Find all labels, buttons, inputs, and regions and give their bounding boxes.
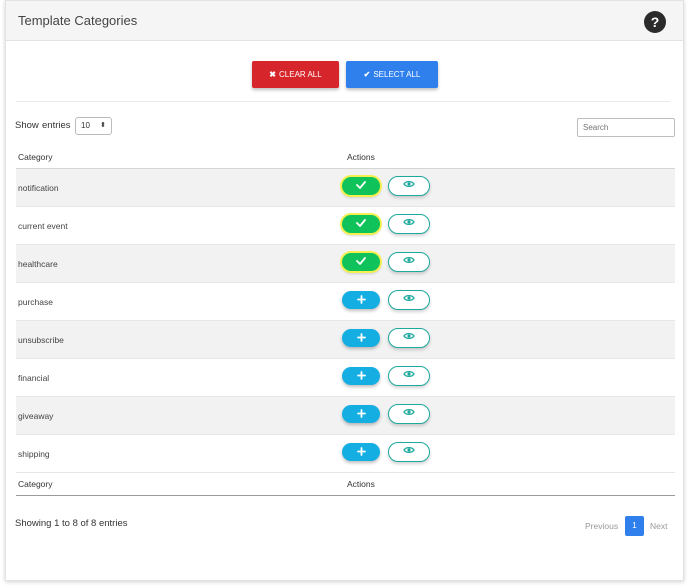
close-icon: ✖ [269, 70, 276, 79]
table-row: healthcare [16, 245, 675, 283]
table-row: purchase [16, 283, 675, 321]
double-check-icon: ✔ [363, 70, 371, 79]
table-footer-border [16, 495, 675, 496]
footer-column-category: Category [18, 479, 53, 489]
selected-toggle-button[interactable] [342, 253, 380, 271]
entries-per-page-select[interactable]: 10 ⬍ [75, 117, 112, 135]
table-row: giveaway [16, 397, 675, 435]
previous-page-button[interactable]: Previous [585, 521, 618, 531]
plus-icon [356, 332, 366, 344]
column-header-category[interactable]: Category [18, 152, 53, 162]
eye-icon [403, 442, 415, 459]
column-header-actions[interactable]: Actions [347, 152, 375, 162]
category-name: healthcare [18, 259, 58, 269]
check-icon [356, 180, 366, 192]
eye-icon [403, 366, 415, 383]
check-icon [356, 218, 366, 230]
view-category-button[interactable] [388, 366, 430, 386]
view-category-button[interactable] [388, 404, 430, 424]
eye-icon [403, 404, 415, 421]
add-category-button[interactable] [342, 367, 380, 385]
show-label: Show [15, 120, 39, 131]
clear-all-button[interactable]: ✖ CLEAR ALL [252, 61, 339, 88]
add-category-button[interactable] [342, 291, 380, 309]
table-row: financial [16, 359, 675, 397]
next-page-button[interactable]: Next [650, 521, 667, 531]
help-button[interactable]: ? [644, 11, 666, 33]
view-category-button[interactable] [388, 252, 430, 272]
eye-icon [403, 328, 415, 345]
card-header: Template Categories ? [6, 1, 683, 41]
eye-icon [403, 290, 415, 307]
select-all-label: SELECT ALL [373, 70, 421, 79]
plus-icon [356, 294, 366, 306]
table-row: current event [16, 207, 675, 245]
add-category-button[interactable] [342, 329, 380, 347]
check-icon [356, 256, 366, 268]
category-name: current event [18, 221, 68, 231]
eye-icon [403, 252, 415, 269]
view-category-button[interactable] [388, 176, 430, 196]
category-name: shipping [18, 449, 50, 459]
plus-icon [356, 370, 366, 382]
view-category-button[interactable] [388, 442, 430, 462]
category-name: purchase [18, 297, 53, 307]
view-category-button[interactable] [388, 214, 430, 234]
entries-per-page-value: 10 [81, 121, 90, 130]
entries-info: Showing 1 to 8 of 8 entries [15, 518, 128, 529]
selected-toggle-button[interactable] [342, 177, 380, 195]
selected-toggle-button[interactable] [342, 215, 380, 233]
category-name: notification [18, 183, 59, 193]
clear-all-label: CLEAR ALL [279, 70, 322, 79]
view-category-button[interactable] [388, 328, 430, 348]
select-all-button[interactable]: ✔ SELECT ALL [346, 61, 438, 88]
plus-icon [356, 446, 366, 458]
select-caret-icon: ⬍ [100, 122, 106, 129]
add-category-button[interactable] [342, 405, 380, 423]
eye-icon [403, 214, 415, 231]
page-title: Template Categories [18, 13, 138, 28]
divider [16, 101, 670, 102]
plus-icon [356, 408, 366, 420]
table-row: notification [16, 169, 675, 207]
eye-icon [403, 176, 415, 193]
entries-label: entries [42, 120, 71, 131]
add-category-button[interactable] [342, 443, 380, 461]
search-input[interactable] [577, 118, 675, 137]
category-name: financial [18, 373, 50, 383]
template-categories-card: Template Categories ? ✖ CLEAR ALL ✔ SELE… [5, 0, 684, 581]
table-row: shipping [16, 435, 675, 473]
category-name: giveaway [18, 411, 54, 421]
category-name: unsubscribe [18, 335, 64, 345]
table-row: unsubscribe [16, 321, 675, 359]
footer-column-actions: Actions [347, 479, 375, 489]
page-1-button[interactable]: 1 [625, 516, 644, 536]
view-category-button[interactable] [388, 290, 430, 310]
